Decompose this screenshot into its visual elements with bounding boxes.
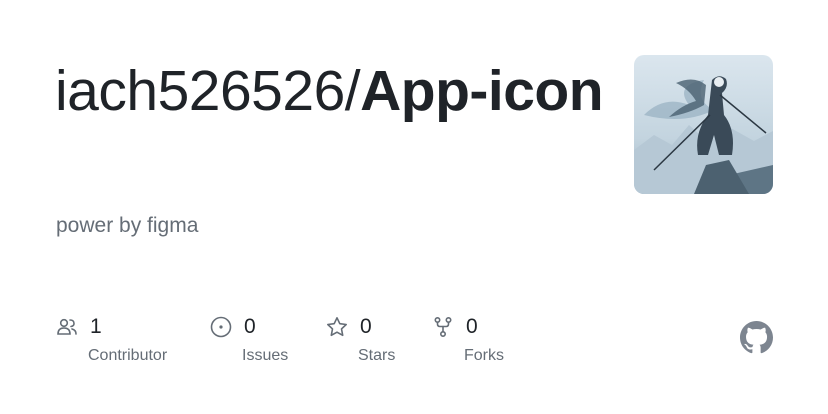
contributor-label: Contributor — [88, 347, 168, 364]
stars-count: 0 — [360, 315, 372, 338]
repo-name[interactable]: App-icon — [360, 59, 603, 123]
repo-forked-icon — [431, 315, 455, 339]
issue-opened-icon — [209, 315, 233, 339]
repo-owner[interactable]: iach526526/ — [55, 59, 361, 123]
github-logo-icon[interactable] — [740, 321, 773, 354]
stars-label: Stars — [358, 347, 396, 364]
stat-forks[interactable]: 0 Forks — [431, 313, 504, 365]
repo-description: power by figma — [56, 214, 199, 237]
stat-stars[interactable]: 0 Stars — [325, 313, 395, 365]
issues-count: 0 — [244, 315, 256, 338]
owner-avatar[interactable] — [634, 55, 773, 194]
star-icon — [325, 315, 349, 339]
stat-issues[interactable]: 0 Issues — [209, 313, 288, 365]
forks-count: 0 — [466, 315, 478, 338]
repo-title: iach526526/App-icon — [55, 58, 615, 124]
contributor-count: 1 — [90, 315, 102, 338]
issues-label: Issues — [242, 347, 289, 364]
stat-contributors[interactable]: 1 Contributor — [55, 313, 167, 365]
forks-label: Forks — [464, 347, 504, 364]
people-icon — [55, 315, 79, 339]
